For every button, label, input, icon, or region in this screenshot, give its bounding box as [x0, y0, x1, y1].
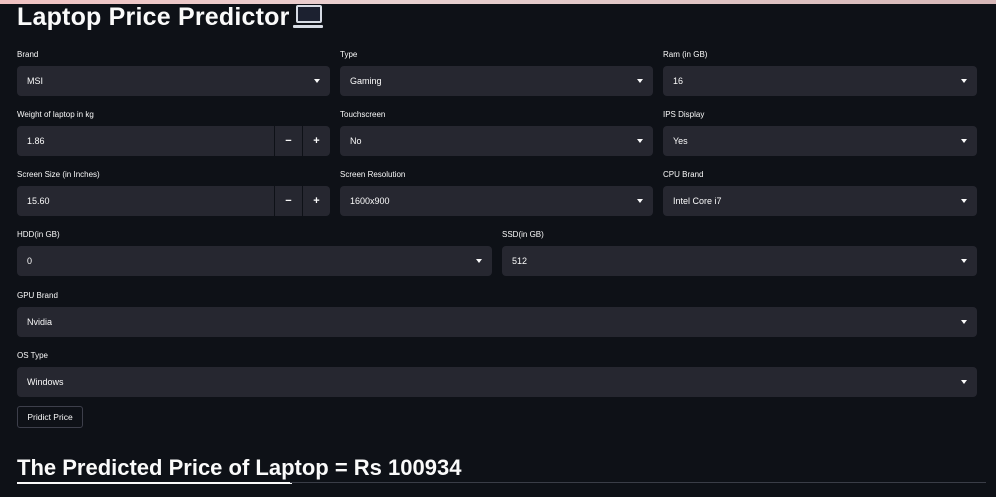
touchscreen-label: Touchscreen	[340, 110, 386, 119]
chevron-down-icon	[637, 139, 643, 143]
ips-label: IPS Display	[663, 110, 705, 119]
ram-select[interactable]: 16	[663, 66, 977, 96]
chevron-down-icon	[961, 259, 967, 263]
ips-select[interactable]: Yes	[663, 126, 977, 156]
ssd-label: SSD(in GB)	[502, 230, 544, 239]
laptop-icon	[292, 5, 323, 28]
ssd-value: 512	[512, 256, 528, 266]
weight-increment-button[interactable]: +	[302, 126, 330, 156]
chevron-down-icon	[961, 79, 967, 83]
ssd-select[interactable]: 512	[502, 246, 977, 276]
gpu-select[interactable]: Nvidia	[17, 307, 977, 337]
chevron-down-icon	[961, 320, 967, 324]
chevron-down-icon	[637, 79, 643, 83]
type-select[interactable]: Gaming	[340, 66, 653, 96]
weight-value: 1.86	[27, 136, 45, 146]
divider	[290, 482, 986, 483]
type-label: Type	[340, 50, 358, 59]
page-title-text: Laptop Price Predictor	[17, 3, 290, 31]
type-value: Gaming	[350, 76, 382, 86]
cpu-select[interactable]: Intel Core i7	[663, 186, 977, 216]
chevron-down-icon	[637, 199, 643, 203]
hdd-select[interactable]: 0	[17, 246, 492, 276]
os-value: Windows	[27, 377, 64, 387]
resolution-value: 1600x900	[350, 196, 390, 206]
page-title: Laptop Price Predictor	[17, 3, 323, 32]
chevron-down-icon	[961, 199, 967, 203]
screen-size-decrement-button[interactable]: −	[274, 186, 302, 216]
heading-underline	[17, 482, 292, 484]
brand-value: MSI	[27, 76, 44, 86]
chevron-down-icon	[961, 380, 967, 384]
weight-decrement-button[interactable]: −	[274, 126, 302, 156]
chevron-down-icon	[476, 259, 482, 263]
predicted-price-text: The Predicted Price of Laptop = Rs 10093…	[17, 455, 462, 480]
touchscreen-select[interactable]: No	[340, 126, 653, 156]
ips-value: Yes	[673, 136, 688, 146]
chevron-down-icon	[314, 79, 320, 83]
gpu-value: Nvidia	[27, 317, 53, 327]
weight-number-input[interactable]: 1.86 − +	[17, 126, 330, 156]
screen-size-label: Screen Size (in Inches)	[17, 170, 100, 179]
touchscreen-value: No	[350, 136, 362, 146]
resolution-select[interactable]: 1600x900	[340, 186, 653, 216]
cpu-label: CPU Brand	[663, 170, 704, 179]
ram-value: 16	[673, 76, 684, 86]
cpu-value: Intel Core i7	[673, 196, 722, 206]
hdd-value: 0	[27, 256, 33, 266]
weight-label: Weight of laptop in kg	[17, 110, 94, 119]
predict-price-button[interactable]: Pridict Price	[17, 406, 83, 428]
screen-size-value: 15.60	[27, 196, 50, 206]
hdd-label: HDD(in GB)	[17, 230, 60, 239]
resolution-label: Screen Resolution	[340, 170, 406, 179]
gpu-label: GPU Brand	[17, 291, 58, 300]
brand-label: Brand	[17, 50, 39, 59]
os-select[interactable]: Windows	[17, 367, 977, 397]
screen-size-number-input[interactable]: 15.60 − +	[17, 186, 330, 216]
brand-select[interactable]: MSI	[17, 66, 330, 96]
chevron-down-icon	[961, 139, 967, 143]
predicted-price-heading: The Predicted Price of Laptop = Rs 10093…	[17, 455, 462, 484]
ram-label: Ram (in GB)	[663, 50, 708, 59]
screen-size-increment-button[interactable]: +	[302, 186, 330, 216]
os-label: OS Type	[17, 351, 48, 360]
